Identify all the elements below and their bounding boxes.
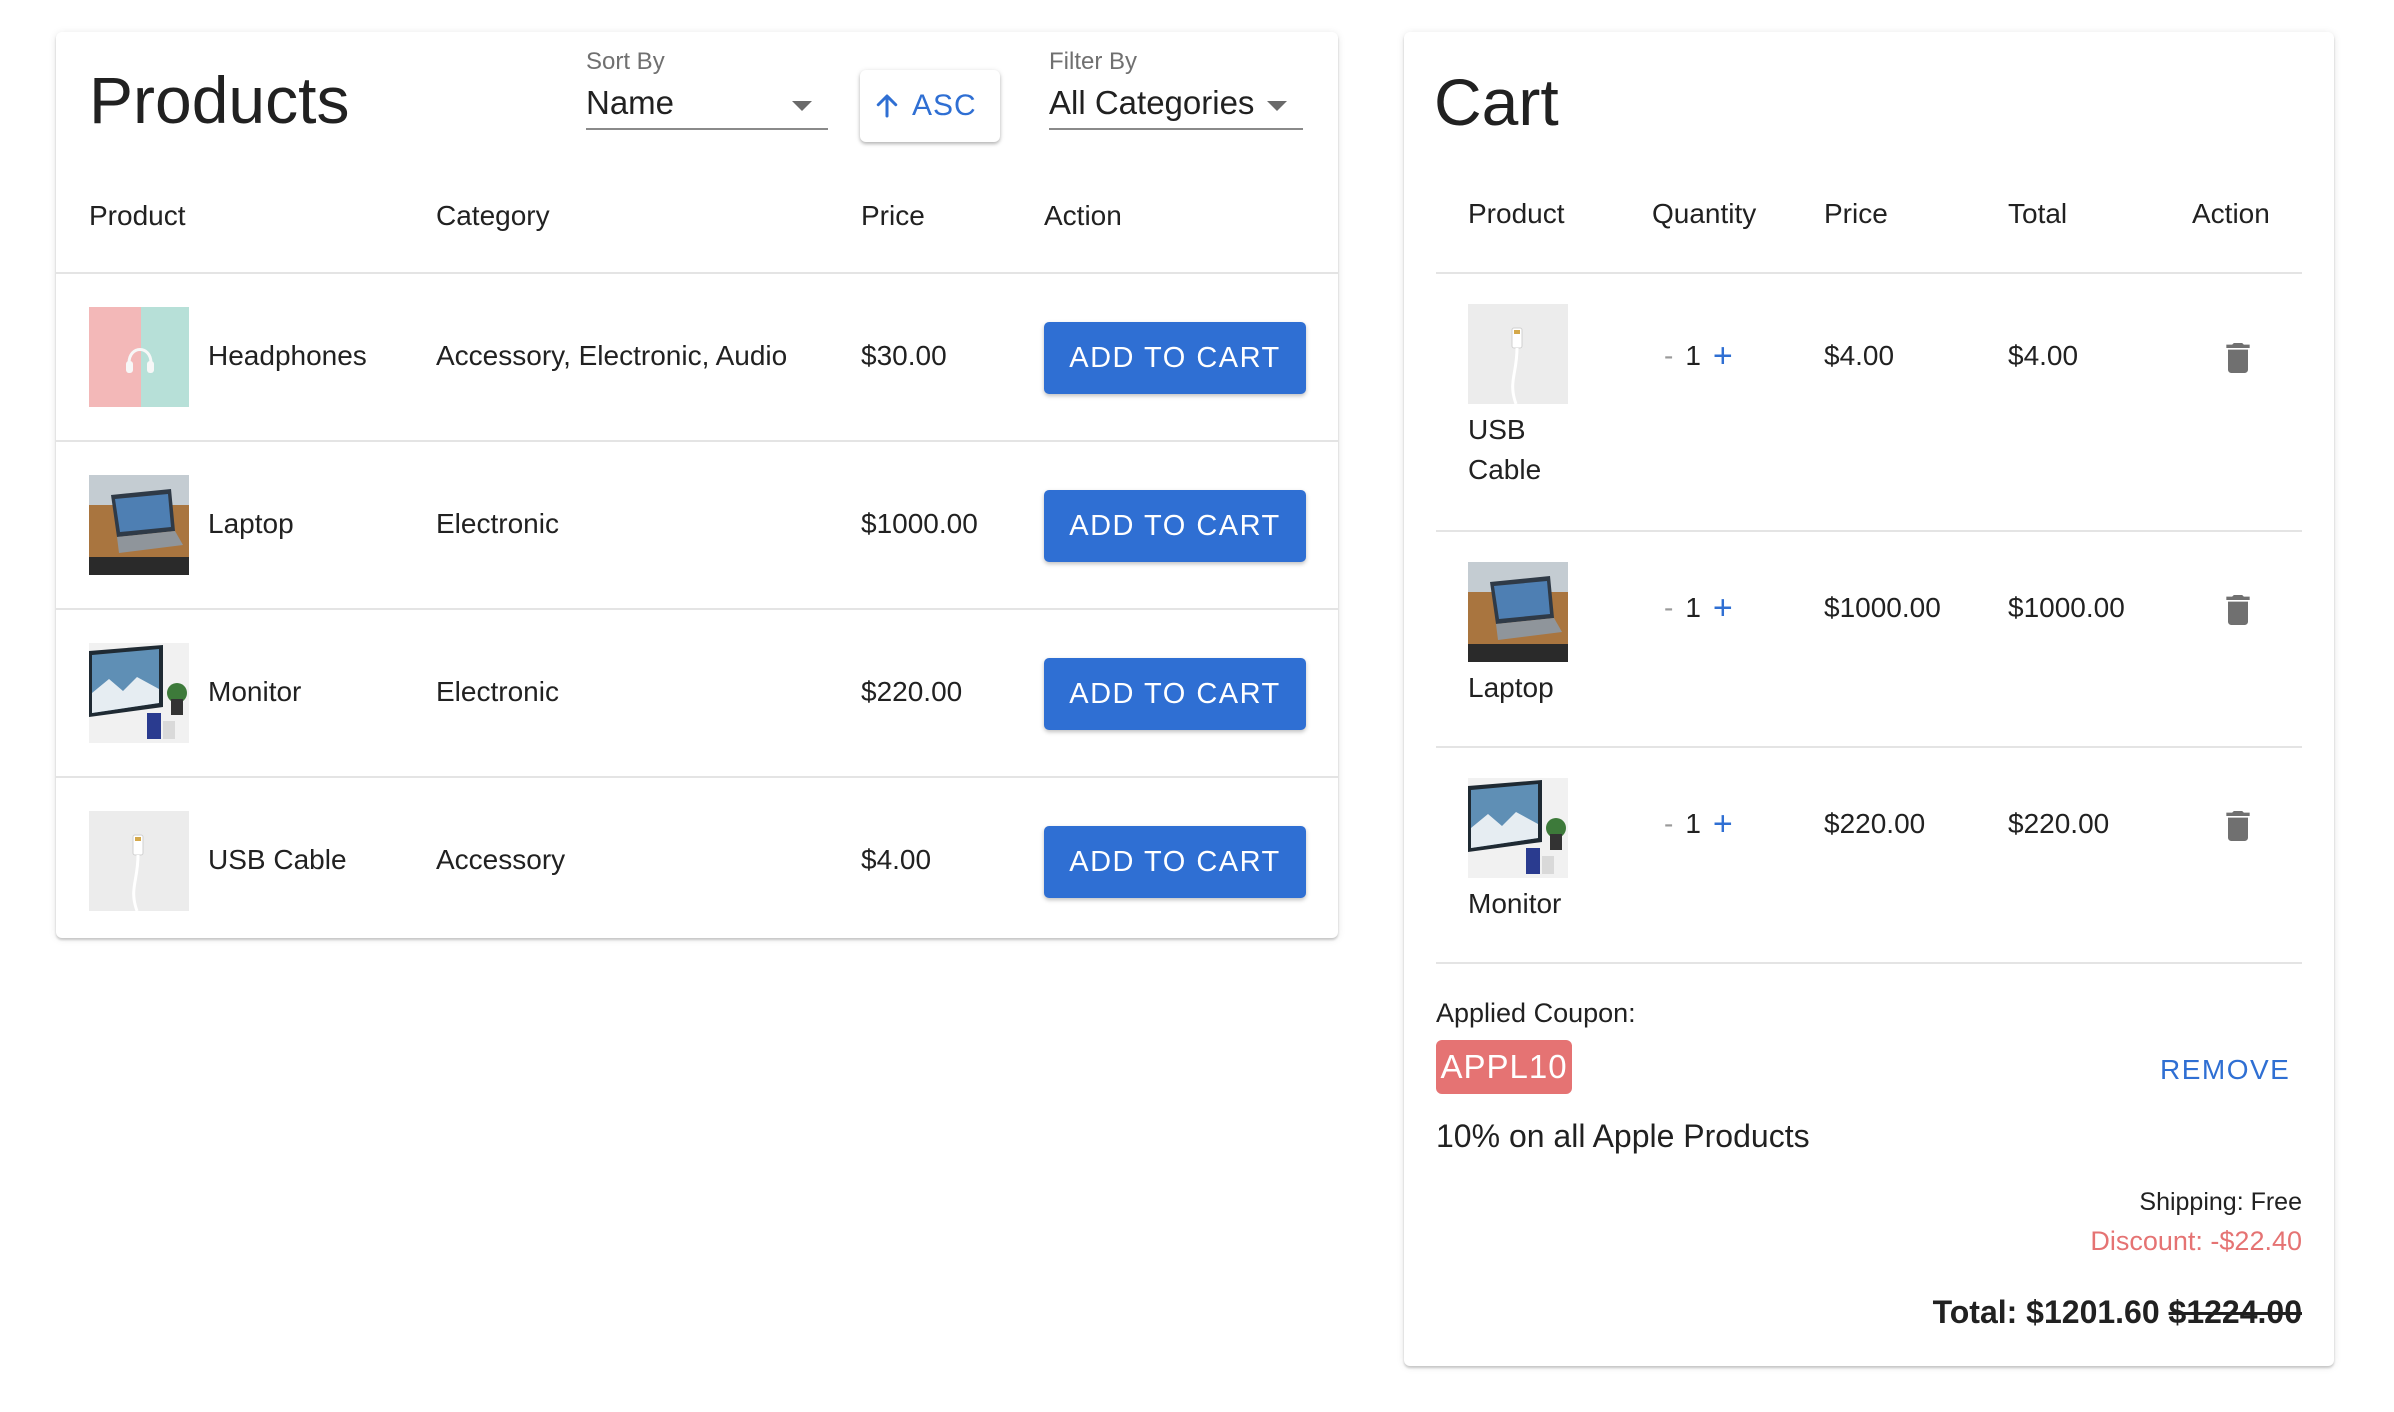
filter-by-select[interactable]: All Categories <box>1049 84 1303 130</box>
product-thumbnail <box>89 307 189 407</box>
cart-item-price: $220.00 <box>1824 808 1926 839</box>
laptop-image <box>89 475 189 575</box>
cart-row: USB Cable - 1 + $4.00 $4.00 <box>1436 274 2302 530</box>
quantity-value: 1 <box>1685 592 1701 623</box>
product-category: Electronic <box>436 508 559 539</box>
laptop-image <box>1468 562 1568 662</box>
filter-by-value: All Categories <box>1049 84 1255 121</box>
shipping-info: Shipping: Free <box>2139 1188 2302 1216</box>
delete-icon[interactable] <box>2218 336 2258 380</box>
discount-info: Discount: -$22.40 <box>2090 1226 2302 1256</box>
product-price: $4.00 <box>861 844 932 875</box>
quantity-value: 1 <box>1685 808 1701 839</box>
quantity-stepper: - 1 + <box>1664 802 1733 846</box>
arrow-up-icon <box>876 94 898 118</box>
cart-item-total: $4.00 <box>2008 340 2079 371</box>
quantity-stepper: - 1 + <box>1664 586 1733 630</box>
add-to-cart-button[interactable]: ADD TO CART <box>1044 490 1306 562</box>
cart-title: Cart <box>1434 65 1559 139</box>
sort-direction-label: ASC <box>912 89 977 122</box>
chevron-down-icon <box>792 101 812 111</box>
increase-quantity-button[interactable]: + <box>1713 337 1733 376</box>
column-header-category: Category <box>436 200 550 231</box>
cart-item-name: Cable <box>1468 454 1542 485</box>
product-name: Headphones <box>208 340 367 371</box>
cart-column-action: Action <box>2192 198 2270 229</box>
cart-column-total: Total <box>2008 198 2068 229</box>
coupon-code-chip: APPL10 <box>1436 1040 1572 1094</box>
sort-direction-button[interactable]: ASC <box>860 70 1000 142</box>
decrease-quantity-button[interactable]: - <box>1664 340 1673 372</box>
cart-item-name: Laptop <box>1468 672 1554 703</box>
cart-item-thumbnail <box>1468 778 1568 878</box>
cart-row: Laptop - 1 + $1000.00 $1000.00 <box>1436 532 2302 746</box>
column-header-action: Action <box>1044 200 1122 231</box>
cart-item-name: Monitor <box>1468 888 1562 919</box>
monitor-image <box>89 643 189 743</box>
monitor-image <box>1468 778 1568 878</box>
product-thumbnail <box>89 475 189 575</box>
product-name: Monitor <box>208 676 302 707</box>
remove-coupon-button[interactable]: REMOVE <box>2160 1054 2290 1086</box>
cart-total: Total: $1201.60 $1224.00 <box>1933 1294 2302 1331</box>
quantity-stepper: - 1 + <box>1664 334 1733 378</box>
product-name: Laptop <box>208 508 294 539</box>
cart-item-thumbnail <box>1468 562 1568 662</box>
product-category: Electronic <box>436 676 559 707</box>
cart-column-quantity: Quantity <box>1652 198 1757 229</box>
add-to-cart-button[interactable]: ADD TO CART <box>1044 322 1306 394</box>
cart-item-price: $4.00 <box>1824 340 1895 371</box>
total-amount: Total: $1201.60 <box>1932 1294 2160 1330</box>
cart-item-total: $1000.00 <box>2008 592 2125 623</box>
product-category: Accessory <box>436 844 566 875</box>
product-price: $30.00 <box>861 340 947 371</box>
usb-cable-image <box>1468 304 1568 404</box>
cart-item-name: USB <box>1468 414 1526 445</box>
product-price: $1000.00 <box>861 508 978 539</box>
quantity-value: 1 <box>1685 340 1701 371</box>
decrease-quantity-button[interactable]: - <box>1664 592 1673 624</box>
sort-by-select[interactable]: Name <box>586 84 828 130</box>
cart-panel: Cart Product Quantity Price Total Action… <box>1404 32 2334 1366</box>
headphones-image <box>89 307 189 407</box>
sort-by-label: Sort By <box>586 48 665 75</box>
increase-quantity-button[interactable]: + <box>1713 589 1733 628</box>
add-to-cart-button[interactable]: ADD TO CART <box>1044 658 1306 730</box>
cart-item-thumbnail <box>1468 304 1568 404</box>
filter-by-label: Filter By <box>1049 48 1138 75</box>
sort-by-value: Name <box>586 84 675 121</box>
chevron-down-icon <box>1267 101 1287 111</box>
products-title: Products <box>89 63 350 137</box>
product-category: Accessory, Electronic, Audio <box>436 340 788 371</box>
increase-quantity-button[interactable]: + <box>1713 805 1733 844</box>
product-row: USB Cable Accessory $4.00 ADD TO CART <box>56 778 1338 938</box>
delete-icon[interactable] <box>2218 804 2258 848</box>
add-to-cart-button[interactable]: ADD TO CART <box>1044 826 1306 898</box>
product-price: $220.00 <box>861 676 963 707</box>
cart-row: Monitor - 1 + $220.00 $220.00 <box>1436 748 2302 962</box>
product-thumbnail <box>89 811 189 911</box>
product-name: USB Cable <box>208 844 347 875</box>
products-panel: Products Sort By Name ASC Filter By All … <box>56 32 1338 938</box>
decrease-quantity-button[interactable]: - <box>1664 808 1673 840</box>
delete-icon[interactable] <box>2218 588 2258 632</box>
cart-row-divider <box>1436 962 2302 964</box>
column-header-price: Price <box>861 200 925 231</box>
cart-item-price: $1000.00 <box>1824 592 1941 623</box>
filter-by-underline <box>1049 128 1303 130</box>
product-thumbnail <box>89 643 189 743</box>
applied-coupon-label: Applied Coupon: <box>1436 998 1636 1028</box>
coupon-description: 10% on all Apple Products <box>1436 1118 1810 1154</box>
original-total: $1224.00 <box>2168 1294 2302 1330</box>
usb-cable-image <box>89 811 189 911</box>
sort-by-underline <box>586 128 828 130</box>
column-header-product: Product <box>89 200 186 231</box>
cart-column-price: Price <box>1824 198 1888 229</box>
cart-column-product: Product <box>1468 198 1565 229</box>
cart-item-total: $220.00 <box>2008 808 2110 839</box>
product-row: Laptop Electronic $1000.00 ADD TO CART <box>56 442 1338 608</box>
product-row: Headphones Accessory, Electronic, Audio … <box>56 274 1338 440</box>
product-row: Monitor Electronic $220.00 ADD TO CART <box>56 610 1338 776</box>
